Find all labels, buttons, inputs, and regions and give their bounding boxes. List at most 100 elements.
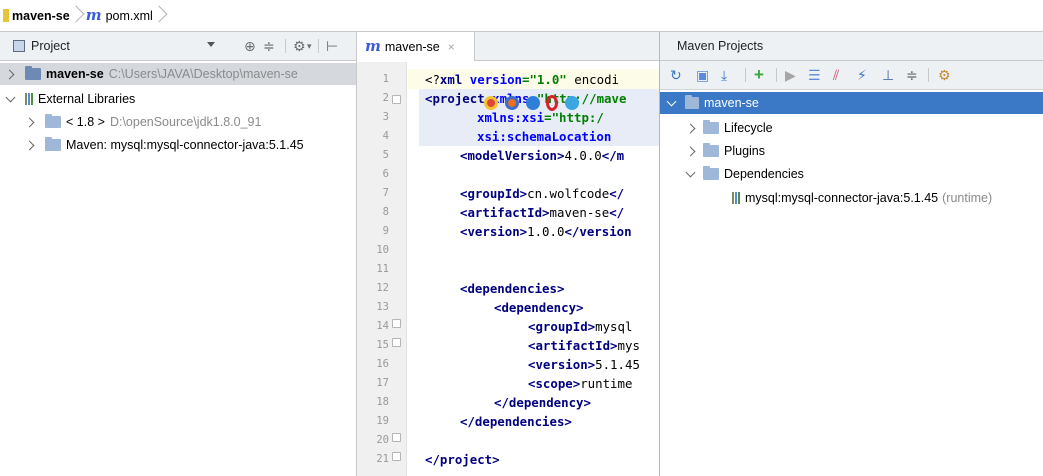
- line-number: 7: [382, 187, 389, 199]
- line-number: 15: [376, 339, 389, 351]
- tree-item-label: mysql:mysql-connector-java:5.1.45: [745, 191, 939, 205]
- chevron-right-icon[interactable]: [24, 117, 35, 128]
- skip-tests-icon[interactable]: ⚡: [857, 66, 867, 84]
- code-line-12: <dependencies>: [460, 281, 565, 296]
- module-folder-icon: [25, 66, 41, 80]
- maven-module-icon: [685, 95, 699, 109]
- show-dependencies-icon[interactable]: ⊥: [882, 66, 894, 84]
- maven-tree-item-plugins[interactable]: Plugins: [660, 140, 1043, 162]
- chevron-right-icon[interactable]: [4, 69, 15, 80]
- line-number: 18: [376, 396, 389, 408]
- maven-tree-item-mysql-dependency[interactable]: mysql:mysql-connector-java:5.1.45 (runti…: [660, 187, 1043, 209]
- breadcrumb-separator-icon: [72, 0, 84, 32]
- line-number: 12: [376, 282, 389, 294]
- fold-marker-icon[interactable]: [392, 95, 401, 104]
- ie-icon[interactable]: [565, 96, 579, 110]
- chevron-down-icon[interactable]: [666, 96, 677, 107]
- maven-tree-item-project[interactable]: maven-se: [660, 92, 1043, 114]
- tab-pom-xml[interactable]: m maven-se ×: [357, 32, 475, 61]
- toggle-offline-icon[interactable]: ⫽: [833, 66, 839, 84]
- chrome-icon[interactable]: [484, 96, 498, 110]
- tree-item-label: Dependencies: [724, 167, 804, 181]
- generate-sources-icon[interactable]: ▣: [696, 66, 709, 84]
- fold-marker-icon[interactable]: [392, 433, 401, 442]
- library-icon: [732, 192, 740, 204]
- tree-item-label: Plugins: [724, 144, 765, 158]
- line-number: 6: [382, 168, 389, 180]
- code-line-8: <artifactId>maven-se</: [460, 205, 625, 220]
- download-icon[interactable]: ⤓: [721, 66, 727, 84]
- code-line-16: <version>5.1.45: [528, 357, 640, 372]
- collapse-all-icon[interactable]: ≑: [263, 37, 275, 55]
- line-number: 5: [382, 149, 389, 161]
- toolbar-divider: [285, 39, 286, 53]
- tree-item-jdk[interactable]: < 1.8 > D:\openSource\jdk1.8.0_91: [0, 111, 356, 133]
- chevron-down-icon[interactable]: [207, 42, 215, 47]
- safari-icon[interactable]: [526, 96, 540, 110]
- tree-item-maven-se[interactable]: maven-se C:\Users\JAVA\Desktop\maven-se: [0, 63, 356, 85]
- line-number: 10: [376, 244, 389, 256]
- maven-tree-item-dependencies[interactable]: Dependencies: [660, 163, 1043, 185]
- reimport-icon[interactable]: ↻: [670, 66, 682, 84]
- settings-icon[interactable]: ⚙: [293, 37, 306, 55]
- project-view-selector[interactable]: Project: [31, 39, 70, 53]
- line-number: 4: [382, 130, 389, 142]
- breadcrumb-separator-icon: [155, 0, 167, 32]
- chevron-right-icon[interactable]: [685, 123, 696, 134]
- chevron-right-icon[interactable]: [24, 140, 35, 151]
- line-number: 20: [376, 434, 389, 446]
- toolbar-divider: [776, 68, 777, 82]
- dependency-scope: (runtime): [942, 191, 993, 205]
- dependencies-folder-icon: [703, 166, 719, 180]
- line-number: 9: [382, 225, 389, 237]
- chevron-down-icon[interactable]: [5, 92, 16, 103]
- tab-label: maven-se: [384, 39, 440, 54]
- fold-marker-icon[interactable]: [392, 319, 401, 328]
- maven-file-icon: m: [85, 6, 102, 24]
- project-view-icon: [13, 40, 25, 52]
- hide-panel-icon[interactable]: ⊢: [326, 37, 338, 55]
- line-number: 17: [376, 377, 389, 389]
- library-icon: [25, 93, 33, 105]
- project-tool-window: Project ⊕ ≑ ⚙ ▾ ⊢ maven-se C:\Users\JAVA…: [0, 32, 357, 476]
- tree-item-external-libraries[interactable]: External Libraries: [0, 88, 356, 110]
- tree-item-maven-library[interactable]: Maven: mysql:mysql-connector-java:5.1.45: [0, 134, 356, 156]
- settings-icon[interactable]: ⚙: [938, 66, 951, 84]
- close-icon[interactable]: ×: [448, 40, 455, 54]
- jdk-folder-icon: [45, 114, 61, 128]
- tree-item-path: C:\Users\JAVA\Desktop\maven-se: [108, 67, 298, 81]
- chevron-down-icon[interactable]: ▾: [307, 37, 312, 55]
- tree-item-path: D:\openSource\jdk1.8.0_91: [109, 115, 262, 129]
- add-icon[interactable]: +: [754, 66, 764, 84]
- firefox-icon[interactable]: [505, 96, 519, 110]
- maven-toolbar: ↻ ▣ ⤓ + ▶ ☰ ⫽ ⚡ ⊥ ≑ ⚙: [660, 61, 1043, 90]
- code-editor[interactable]: m maven-se × 1 2 3 4 5 6 7 8 9 10 11 12 13 14 15 16 17 18…: [357, 32, 659, 476]
- toolbar-divider: [318, 39, 319, 53]
- fold-marker-icon[interactable]: [392, 452, 401, 461]
- chevron-right-icon[interactable]: [685, 146, 696, 157]
- run-icon[interactable]: ▶: [785, 66, 796, 84]
- breadcrumb-file[interactable]: pom.xml: [106, 0, 153, 32]
- toolbar-divider: [928, 68, 929, 82]
- run-config-icon[interactable]: ☰: [808, 66, 821, 84]
- library-folder-icon: [45, 137, 61, 151]
- code-line-21: </project>: [425, 452, 500, 467]
- opera-icon[interactable]: [546, 95, 558, 111]
- tree-item-label: External Libraries: [38, 92, 136, 106]
- line-number: 14: [376, 320, 389, 332]
- tree-item-label: < 1.8 >: [66, 115, 105, 129]
- maven-tree-item-lifecycle[interactable]: Lifecycle: [660, 117, 1043, 139]
- lifecycle-folder-icon: [703, 120, 719, 134]
- editor-tab-bar: m maven-se ×: [357, 32, 659, 61]
- collapse-all-icon[interactable]: ≑: [906, 66, 918, 84]
- tree-item-label: maven-se: [46, 67, 104, 81]
- chevron-down-icon[interactable]: [685, 167, 696, 178]
- code-line-17: <scope>runtime: [528, 376, 633, 391]
- fold-marker-icon[interactable]: [392, 338, 401, 347]
- line-number: 8: [382, 206, 389, 218]
- line-number: 13: [376, 301, 389, 313]
- code-line-5: <modelVersion>4.0.0</m: [460, 148, 625, 163]
- breadcrumb-project[interactable]: maven-se: [12, 0, 70, 32]
- sync-icon[interactable]: ⊕: [244, 37, 256, 55]
- navigation-bar: maven-se m pom.xml: [0, 0, 1043, 32]
